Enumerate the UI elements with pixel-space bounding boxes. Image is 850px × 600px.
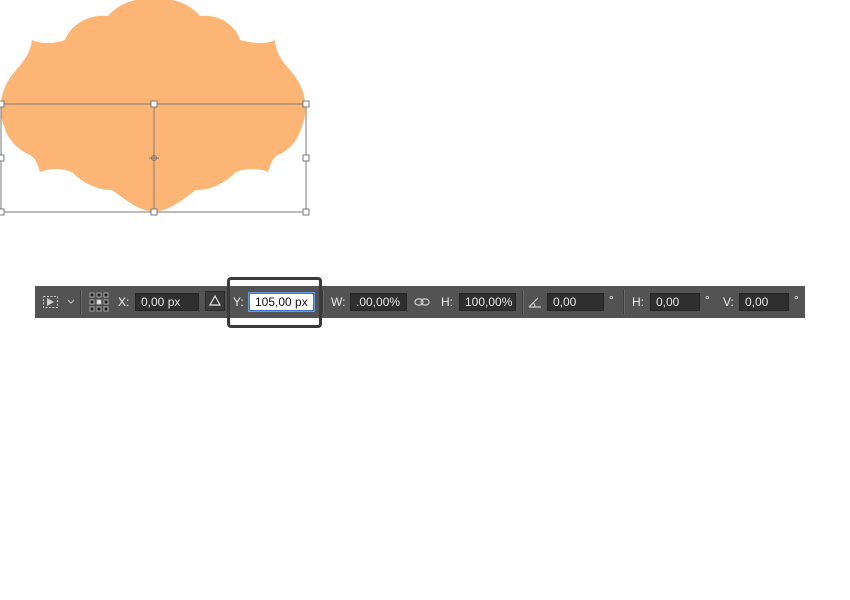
skew-v-label: V: xyxy=(723,295,734,309)
separator xyxy=(322,290,324,314)
skew-horizontal-input[interactable]: 0,00 xyxy=(650,293,700,311)
rotate-angle-icon xyxy=(528,297,541,308)
handle-top-left[interactable] xyxy=(0,100,5,108)
relative-position-button[interactable] xyxy=(205,291,225,311)
canvas-svg xyxy=(0,0,310,216)
transform-options-bar: X: 0,00 px Y: 105,00 px W: .00,00% H: 10… xyxy=(35,286,805,318)
separator xyxy=(522,290,524,314)
y-label: Y: xyxy=(233,295,244,309)
maintain-aspect-ratio-link-icon[interactable] xyxy=(414,296,430,308)
degree-unit: ° xyxy=(609,293,614,307)
degree-unit: ° xyxy=(794,293,799,307)
degree-unit: ° xyxy=(705,293,710,307)
height-percent-input[interactable]: 100,00% xyxy=(459,293,516,311)
handle-middle-left[interactable] xyxy=(0,154,5,162)
y-position-input[interactable]: 105,00 px xyxy=(248,292,315,312)
separator xyxy=(623,290,625,314)
x-label: X: xyxy=(118,295,130,309)
transform-tool-icon[interactable] xyxy=(42,294,60,310)
handle-bottom-right[interactable] xyxy=(302,208,310,216)
w-label: W: xyxy=(331,295,346,309)
handle-bottom-center[interactable] xyxy=(150,208,158,216)
canvas-area[interactable] xyxy=(0,0,850,260)
handle-top-center[interactable] xyxy=(150,100,158,108)
skew-h-label: H: xyxy=(632,295,644,309)
separator xyxy=(80,290,82,314)
chevron-down-icon[interactable] xyxy=(67,299,75,305)
width-percent-input[interactable]: .00,00% xyxy=(350,293,407,311)
rotate-angle-input[interactable]: 0,00 xyxy=(547,293,604,311)
h-label: H: xyxy=(441,295,453,309)
handle-middle-right[interactable] xyxy=(302,154,310,162)
handle-bottom-left[interactable] xyxy=(0,208,5,216)
skew-vertical-input[interactable]: 0,00 xyxy=(739,293,789,311)
handle-top-right[interactable] xyxy=(302,100,310,108)
x-position-input[interactable]: 0,00 px xyxy=(135,293,199,311)
relative-position-triangle-icon xyxy=(208,294,222,306)
reference-point-grid-icon[interactable] xyxy=(89,292,109,312)
